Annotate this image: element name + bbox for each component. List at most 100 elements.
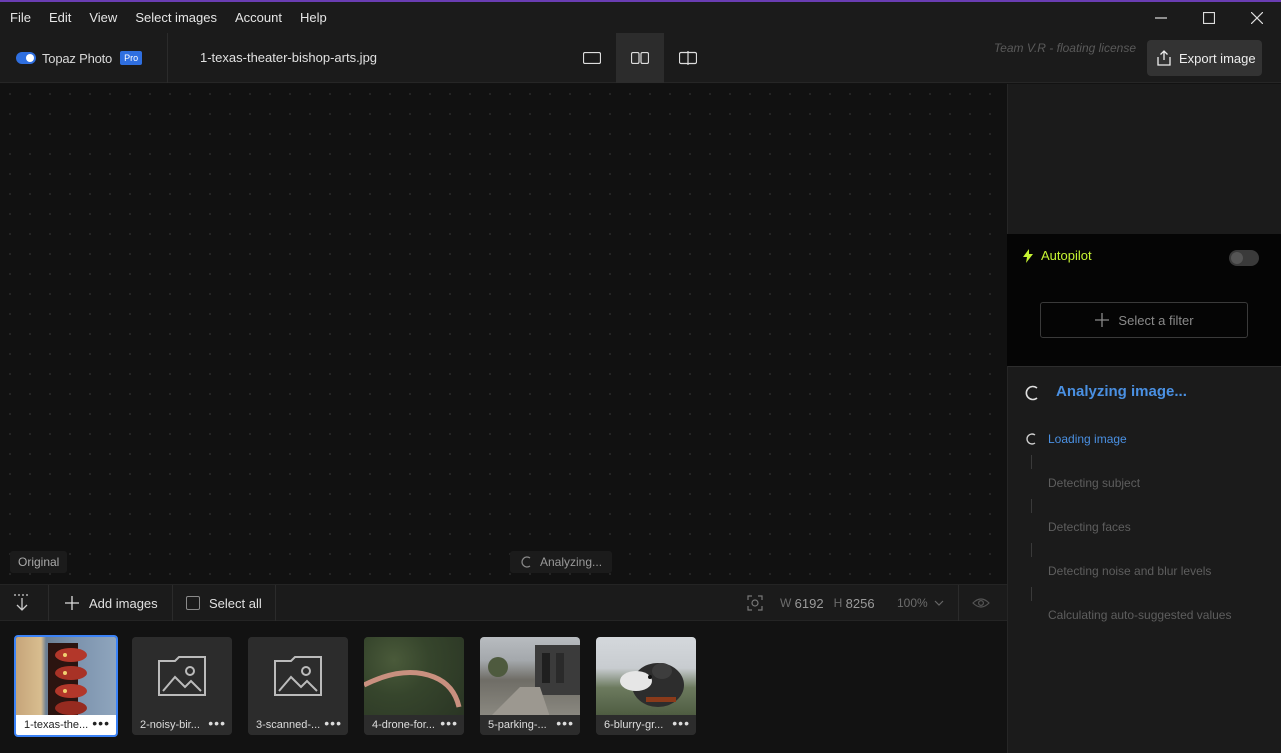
- image-dimensions: W 6192 H 8256: [780, 585, 875, 621]
- window-controls: [1137, 2, 1281, 33]
- select-all-checkbox[interactable]: Select all: [186, 585, 262, 621]
- storefront-image: [488, 645, 580, 717]
- plus-icon: [1095, 313, 1110, 327]
- plus-icon: [65, 596, 79, 610]
- analyzing-title: Analyzing image...: [1056, 383, 1187, 400]
- step-loading-image: Loading image: [1048, 432, 1127, 446]
- minimize-button[interactable]: [1137, 2, 1185, 33]
- more-options-icon[interactable]: •••: [92, 715, 110, 735]
- split-view-button[interactable]: [664, 33, 712, 83]
- close-icon: [1251, 11, 1263, 24]
- thumbnail-image: [16, 637, 116, 717]
- header-divider: [167, 33, 168, 83]
- step-connector: [1031, 499, 1032, 513]
- more-options-icon[interactable]: •••: [672, 715, 690, 735]
- step-detecting-noise-blur: Detecting noise and blur levels: [1048, 564, 1212, 578]
- lightning-icon: [1023, 248, 1033, 263]
- width-value: 6192: [794, 595, 824, 611]
- thumbnail-3[interactable]: 3-scanned-... •••: [248, 637, 348, 735]
- view-mode-group: [568, 33, 712, 83]
- toolbar-divider: [172, 585, 173, 621]
- spinner-icon: [521, 556, 531, 568]
- thumbnail-1[interactable]: 1-texas-the... •••: [14, 635, 118, 737]
- step-connector: [1031, 587, 1032, 601]
- step-calculating-values: Calculating auto-suggested values: [1048, 608, 1232, 622]
- header-toolbar: Topaz Photo Pro 1-texas-theater-bishop-a…: [0, 33, 1281, 83]
- autopilot-label: Autopilot: [1041, 248, 1092, 263]
- close-button[interactable]: [1233, 2, 1281, 33]
- fit-to-screen-button[interactable]: [747, 585, 763, 621]
- theater-sign-image: [48, 643, 87, 717]
- add-images-button[interactable]: Add images: [64, 585, 158, 621]
- topaz-logo-icon: [16, 52, 36, 64]
- zoom-value: 100%: [897, 596, 928, 610]
- maximize-button[interactable]: [1185, 2, 1233, 33]
- parking-image: [480, 637, 580, 717]
- eye-icon: [972, 598, 990, 608]
- toggle-preview-button[interactable]: [972, 585, 990, 621]
- toolbar-divider: [275, 585, 276, 621]
- thumbnail-5[interactable]: 5-parking-... •••: [480, 637, 580, 735]
- filmstrip: 1-texas-the... ••• 2-noisy-bir... ••• 3-…: [0, 621, 1007, 753]
- image-placeholder-icon: [274, 656, 322, 696]
- more-options-icon[interactable]: •••: [556, 715, 574, 735]
- image-canvas[interactable]: Original Analyzing...: [0, 84, 1007, 584]
- app-name: Topaz Photo: [42, 50, 113, 66]
- road-curve-image: [364, 670, 462, 708]
- menu-help[interactable]: Help: [291, 2, 336, 33]
- right-panel-top: [1007, 84, 1281, 234]
- thumbnail-4[interactable]: 4-drone-for... •••: [364, 637, 464, 735]
- height-value: 8256: [845, 595, 875, 611]
- spinner-icon: [1026, 433, 1036, 445]
- width-label: W: [780, 596, 792, 610]
- step-connector: [1031, 543, 1032, 557]
- file-name: 1-texas-theater-bishop-arts.jpg: [200, 50, 378, 65]
- thumbnail-placeholder: [132, 637, 232, 715]
- share-icon: [1157, 50, 1171, 66]
- analysis-panel: Analyzing image... Loading image Detecti…: [1007, 366, 1281, 753]
- toolbar-divider: [958, 585, 959, 621]
- autopilot-header: Autopilot: [1023, 248, 1092, 263]
- collapse-filmstrip-button[interactable]: [12, 585, 32, 621]
- add-images-label: Add images: [89, 595, 158, 611]
- toolbar-divider: [48, 585, 49, 621]
- thumbnail-2[interactable]: 2-noisy-bir... •••: [132, 637, 232, 735]
- filmstrip-toolbar: Add images Select all W 6192 H 8256 100%: [0, 584, 1007, 621]
- maximize-icon: [1203, 11, 1215, 24]
- menu-edit[interactable]: Edit: [40, 2, 80, 33]
- pro-badge: Pro: [120, 51, 143, 65]
- single-view-button[interactable]: [568, 33, 616, 83]
- app-logo: Topaz Photo Pro: [16, 33, 143, 83]
- select-all-label: Select all: [209, 595, 262, 611]
- blurry-dog-image: [596, 637, 696, 715]
- side-by-side-icon: [631, 52, 649, 64]
- side-by-side-view-button[interactable]: [616, 33, 664, 83]
- menu-view[interactable]: View: [80, 2, 126, 33]
- checkbox-box: [186, 596, 200, 610]
- fit-screen-icon: [747, 595, 763, 611]
- single-view-icon: [583, 52, 601, 64]
- minimize-icon: [1155, 16, 1167, 19]
- license-label: Team V.R - floating license: [993, 41, 1136, 55]
- canvas-analyzing-status: Analyzing...: [510, 551, 613, 573]
- image-placeholder-icon: [158, 656, 206, 696]
- menu-bar: File Edit View Select images Account Hel…: [0, 0, 1281, 33]
- menu-file[interactable]: File: [0, 2, 40, 33]
- spinner-icon: [1025, 385, 1038, 401]
- select-filter-button[interactable]: Select a filter: [1040, 302, 1248, 338]
- dog-image: [620, 663, 684, 707]
- autopilot-toggle[interactable]: [1229, 250, 1259, 266]
- menu-account[interactable]: Account: [226, 2, 291, 33]
- step-detecting-subject: Detecting subject: [1048, 476, 1141, 490]
- step-detecting-faces: Detecting faces: [1048, 520, 1131, 534]
- zoom-dropdown[interactable]: 100%: [897, 585, 944, 621]
- more-options-icon[interactable]: •••: [324, 715, 342, 735]
- thumbnail-placeholder: [248, 637, 348, 715]
- menu-select-images[interactable]: Select images: [126, 2, 226, 33]
- canvas-status-text: Analyzing...: [540, 555, 603, 569]
- more-options-icon[interactable]: •••: [440, 715, 458, 735]
- more-options-icon[interactable]: •••: [208, 715, 226, 735]
- thumbnail-6[interactable]: 6-blurry-gr... •••: [596, 637, 696, 735]
- split-view-icon: [679, 51, 697, 65]
- export-image-button[interactable]: Export image: [1147, 40, 1262, 76]
